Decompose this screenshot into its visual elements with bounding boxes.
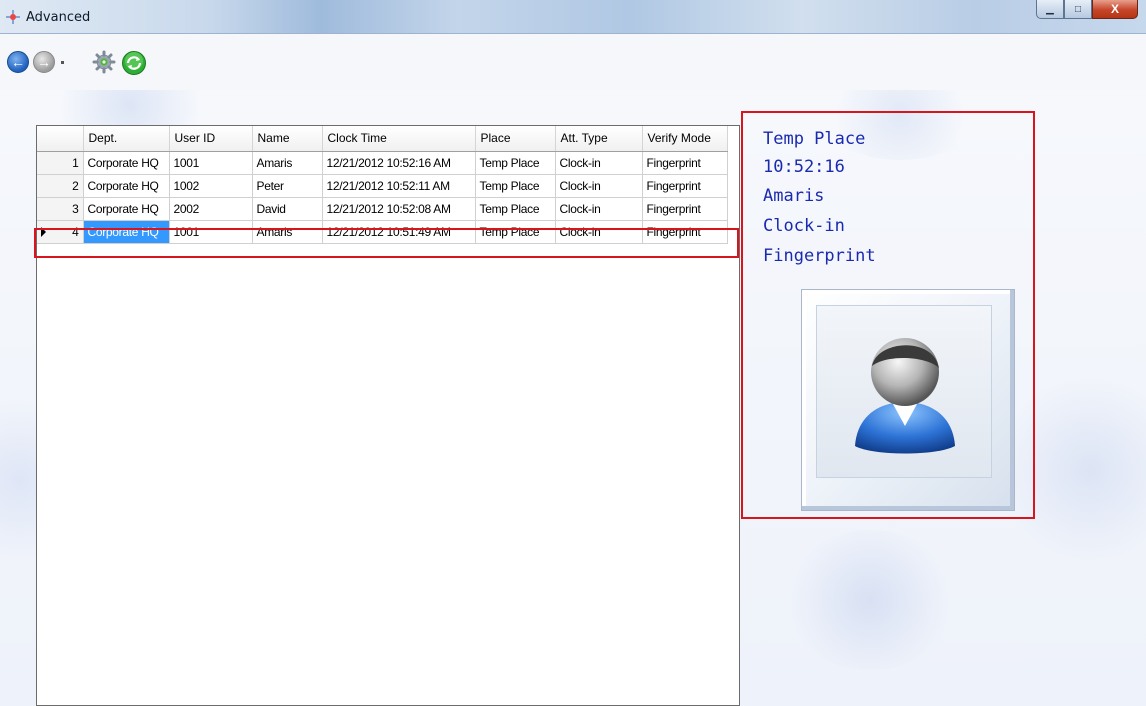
table-row[interactable]: 2 Corporate HQ 1002 Peter 12/21/2012 10:… (37, 174, 728, 198)
cell-att-type[interactable]: Clock-in (555, 151, 643, 175)
attendance-table: Dept. User ID Name Clock Time Place Att.… (37, 126, 728, 244)
row-header-corner (37, 126, 84, 152)
cell-clock-time[interactable]: 12/21/2012 10:52:08 AM (322, 197, 476, 221)
cell-name[interactable]: David (252, 197, 323, 221)
minimize-button[interactable]: ▁ (1036, 0, 1064, 19)
cell-name[interactable]: Peter (252, 174, 323, 198)
cell-clock-time[interactable]: 12/21/2012 10:52:11 AM (322, 174, 476, 198)
column-header-att-type[interactable]: Att. Type (555, 126, 643, 152)
column-header-dept[interactable]: Dept. (83, 126, 170, 152)
cell-verify-mode[interactable]: Fingerprint (642, 197, 728, 221)
separator-dot (61, 61, 64, 64)
cell-dept[interactable]: Corporate HQ (83, 151, 170, 175)
column-header-place[interactable]: Place (475, 126, 556, 152)
forward-icon[interactable]: → (33, 51, 55, 73)
row-number: 2 (37, 174, 84, 198)
column-header-user-id[interactable]: User ID (169, 126, 253, 152)
user-avatar-icon (855, 338, 955, 454)
attendance-grid[interactable]: Dept. User ID Name Clock Time Place Att.… (36, 125, 740, 706)
user-photo-frame (801, 289, 1015, 511)
table-row[interactable]: 3 Corporate HQ 2002 David 12/21/2012 10:… (37, 197, 728, 221)
app-icon (6, 10, 20, 24)
column-header-verify-mode[interactable]: Verify Mode (642, 126, 728, 152)
info-verify-mode: Fingerprint (763, 246, 876, 266)
toolbar: ← → (0, 34, 1146, 90)
row-number: 3 (37, 197, 84, 221)
cell-att-type[interactable]: Clock-in (555, 197, 643, 221)
table-row[interactable]: 1 Corporate HQ 1001 Amaris 12/21/2012 10… (37, 151, 728, 175)
cell-place[interactable]: Temp Place (475, 197, 556, 221)
column-header-clock-time[interactable]: Clock Time (322, 126, 476, 152)
back-icon[interactable]: ← (7, 51, 29, 73)
table-header-row: Dept. User ID Name Clock Time Place Att.… (37, 126, 728, 152)
info-name: Amaris (763, 186, 825, 206)
row-number: 1 (37, 151, 84, 175)
title-bar: Advanced ▁ □ X (0, 0, 1146, 34)
cell-place[interactable]: Temp Place (475, 174, 556, 198)
close-button[interactable]: X (1092, 0, 1138, 19)
cell-clock-time[interactable]: 12/21/2012 10:52:16 AM (322, 151, 476, 175)
column-header-name[interactable]: Name (252, 126, 323, 152)
user-photo (816, 305, 992, 478)
cell-place[interactable]: Temp Place (475, 151, 556, 175)
maximize-button[interactable]: □ (1064, 0, 1092, 19)
window-title: Advanced (26, 10, 91, 25)
cell-user-id[interactable]: 1002 (169, 174, 253, 198)
cell-dept[interactable]: Corporate HQ (83, 174, 170, 198)
window-controls: ▁ □ X (1036, 0, 1138, 22)
info-time: 10:52:16 (763, 157, 845, 177)
cell-verify-mode[interactable]: Fingerprint (642, 151, 728, 175)
cell-verify-mode[interactable]: Fingerprint (642, 174, 728, 198)
cell-user-id[interactable]: 2002 (169, 197, 253, 221)
cell-dept[interactable]: Corporate HQ (83, 197, 170, 221)
info-att-type: Clock-in (763, 216, 845, 236)
client-area: Dept. User ID Name Clock Time Place Att.… (0, 90, 1146, 706)
settings-gear-icon[interactable] (92, 50, 116, 74)
info-place: Temp Place (763, 129, 866, 149)
cell-user-id[interactable]: 1001 (169, 151, 253, 175)
cell-att-type[interactable]: Clock-in (555, 174, 643, 198)
cell-name[interactable]: Amaris (252, 151, 323, 175)
background-decoration (780, 530, 960, 670)
selected-row-highlight (34, 228, 739, 258)
clock-info-panel: Temp Place 10:52:16 Amaris Clock-in Fing… (741, 111, 1035, 519)
refresh-icon[interactable] (121, 50, 147, 76)
